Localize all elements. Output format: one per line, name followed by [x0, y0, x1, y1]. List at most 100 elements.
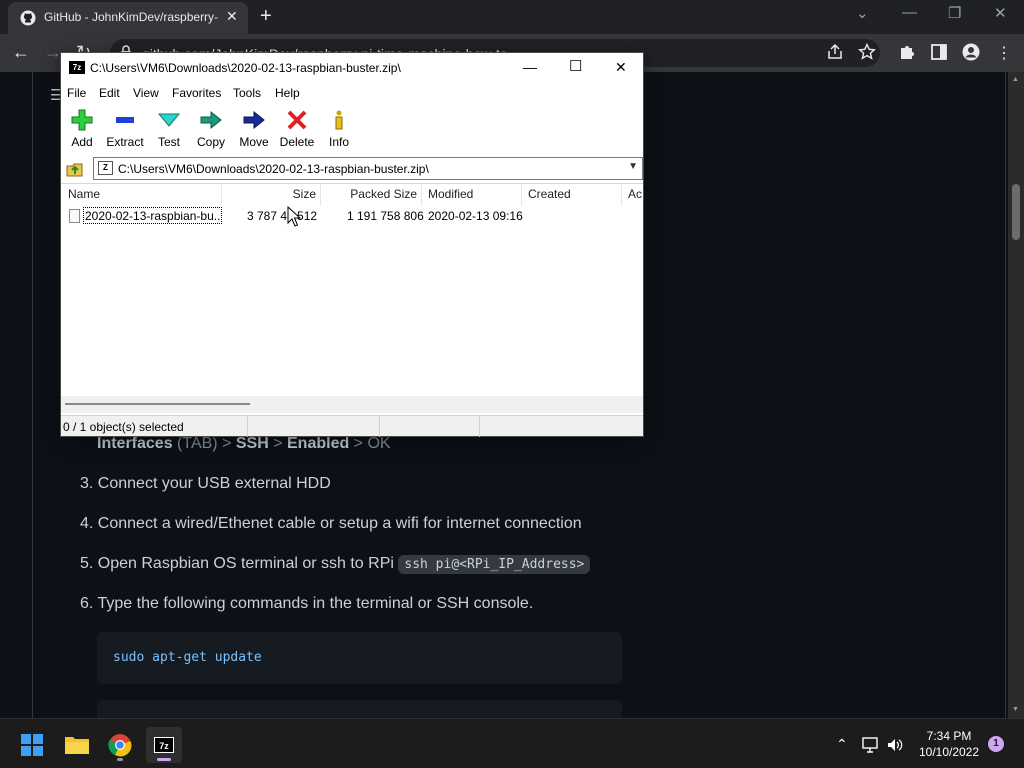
notification-badge[interactable]: 1	[988, 736, 1004, 752]
tab-title: GitHub - JohnKimDev/raspberry-	[44, 10, 219, 24]
list-item: 5. Open Raspbian OS terminal or ssh to R…	[80, 555, 591, 574]
copy-button[interactable]: Copy	[195, 109, 227, 153]
code-block[interactable]: sudo apt-get update	[97, 632, 622, 684]
scrollbar-thumb[interactable]	[1012, 184, 1020, 240]
interfaces-line: Interfaces (TAB) > SSH > Enabled > OK	[97, 435, 391, 453]
menu-file[interactable]: File	[67, 86, 86, 100]
add-label: Add	[71, 135, 93, 149]
menu-view[interactable]: View	[133, 86, 159, 100]
new-tab-icon[interactable]: +	[260, 5, 272, 28]
status-divider	[247, 416, 248, 437]
7zip-title-bar[interactable]: 7z C:\Users\VM6\Downloads\2020-02-13-ras…	[61, 53, 643, 83]
move-arrow-icon	[243, 110, 265, 130]
tab-close-icon[interactable]: ✕	[226, 8, 238, 25]
minimize-icon[interactable]: —	[902, 4, 917, 21]
menu-favorites[interactable]: Favorites	[172, 86, 221, 100]
path-combobox[interactable]: Z C:\Users\VM6\Downloads\2020-02-13-rasp…	[93, 157, 643, 180]
back-icon[interactable]: ←	[12, 42, 30, 63]
add-button[interactable]: Add	[67, 109, 97, 153]
separator-text: >	[268, 435, 287, 452]
7zip-taskbar-icon: 7z	[154, 737, 174, 753]
extract-label: Extract	[106, 135, 144, 149]
folder-up-icon[interactable]	[65, 160, 85, 178]
table-row[interactable]: 2020-02-13-raspbian-bu... 3 787 45 512 1…	[61, 206, 643, 226]
chevron-down-icon[interactable]: ▼	[628, 161, 638, 172]
delete-x-icon	[287, 110, 307, 130]
extract-icon	[116, 117, 134, 123]
move-button[interactable]: Move	[237, 109, 271, 153]
column-header-size[interactable]: Size	[222, 184, 321, 206]
7zip-taskbar-button[interactable]: 7z	[146, 727, 182, 763]
inline-code: ssh pi@<RPi_IP_Address>	[398, 555, 591, 574]
list-item: 4. Connect a wired/Ethenet cable or setu…	[80, 515, 582, 532]
column-header-modified[interactable]: Modified	[422, 184, 522, 206]
code-text: sudo apt-get update	[113, 650, 262, 665]
delete-button[interactable]: Delete	[279, 109, 315, 153]
7zip-address-bar: Z C:\Users\VM6\Downloads\2020-02-13-rasp…	[61, 157, 643, 181]
scroll-down-icon[interactable]: ▼	[1012, 706, 1019, 713]
column-header-packed-size[interactable]: Packed Size	[321, 184, 422, 206]
7zip-window: 7z C:\Users\VM6\Downloads\2020-02-13-ras…	[60, 52, 644, 437]
interfaces-text: Interfaces	[97, 435, 173, 452]
chrome-menu-icon[interactable]: ⋮	[996, 43, 1012, 63]
start-button[interactable]	[14, 727, 50, 763]
7zip-status-bar: 0 / 1 object(s) selected	[61, 415, 643, 437]
status-divider	[479, 416, 480, 437]
volume-icon[interactable]	[886, 737, 904, 753]
close-icon[interactable]: ✕	[615, 59, 627, 76]
menu-help[interactable]: Help	[275, 86, 300, 100]
move-label: Move	[239, 135, 269, 149]
network-icon[interactable]	[862, 737, 880, 753]
chrome-taskbar-button[interactable]	[102, 727, 138, 763]
7zip-menu-bar: File Edit View Favorites Tools Help	[61, 83, 643, 103]
minimize-icon[interactable]: —	[523, 59, 537, 75]
bookmark-star-icon[interactable]	[858, 43, 876, 61]
clock-date: 10/10/2022	[918, 745, 980, 759]
file-name[interactable]: 2020-02-13-raspbian-bu...	[83, 207, 222, 224]
code-block[interactable]	[97, 700, 622, 718]
page-scrollbar[interactable]: ▲ ▼	[1008, 72, 1024, 718]
add-icon	[71, 109, 93, 131]
file-packed-size: 1 191 758 806	[347, 209, 424, 223]
extract-button[interactable]: Extract	[105, 109, 145, 153]
scrollbar-thumb[interactable]	[65, 403, 250, 405]
profile-icon[interactable]	[962, 43, 980, 61]
show-hidden-icons-icon[interactable]: ⌃	[836, 736, 848, 753]
browser-tab[interactable]: GitHub - JohnKimDev/raspberry- ✕	[8, 2, 248, 34]
file-icon	[69, 209, 80, 223]
scroll-up-icon[interactable]: ▲	[1012, 76, 1019, 83]
7zip-app-icon: 7z	[69, 61, 85, 74]
copy-label: Copy	[196, 135, 225, 149]
extensions-icon[interactable]	[898, 43, 916, 61]
restore-icon[interactable]: ❐	[948, 4, 961, 22]
info-button[interactable]: Info	[327, 109, 351, 153]
enabled-text: Enabled	[287, 435, 350, 452]
close-window-icon[interactable]: ✕	[994, 4, 1007, 22]
tab-search-icon[interactable]: ⌄	[856, 4, 869, 22]
column-header-accessed[interactable]: Ac	[622, 184, 643, 206]
menu-tools[interactable]: Tools	[233, 86, 261, 100]
horizontal-scrollbar[interactable]	[61, 396, 643, 413]
mouse-cursor-icon	[287, 206, 301, 227]
info-label: Info	[328, 135, 349, 149]
maximize-icon[interactable]: ☐	[569, 57, 582, 75]
file-list[interactable]: Name Size Packed Size Modified Created A…	[61, 183, 643, 413]
test-button[interactable]: Test	[155, 109, 183, 153]
side-panel-icon[interactable]	[930, 43, 948, 61]
copy-arrow-icon	[200, 110, 222, 130]
test-label: Test	[157, 135, 180, 149]
7zip-toolbar: Add Extract Test Copy Move Delete Info	[61, 105, 643, 155]
menu-edit[interactable]: Edit	[99, 86, 120, 100]
ssh-text: SSH	[235, 435, 269, 452]
column-header-created[interactable]: Created	[522, 184, 622, 206]
column-header-name[interactable]: Name	[61, 184, 222, 206]
file-explorer-button[interactable]	[59, 727, 95, 763]
active-indicator	[157, 758, 171, 761]
ok-text: > OK	[349, 435, 391, 452]
info-icon	[335, 110, 343, 130]
github-icon	[20, 10, 36, 26]
path-text: C:\Users\VM6\Downloads\2020-02-13-raspbi…	[118, 162, 429, 176]
share-icon[interactable]	[826, 43, 844, 61]
system-clock[interactable]: 7:34 PM 10/10/2022	[918, 729, 980, 759]
file-size: 3 787 45 512	[247, 209, 318, 223]
